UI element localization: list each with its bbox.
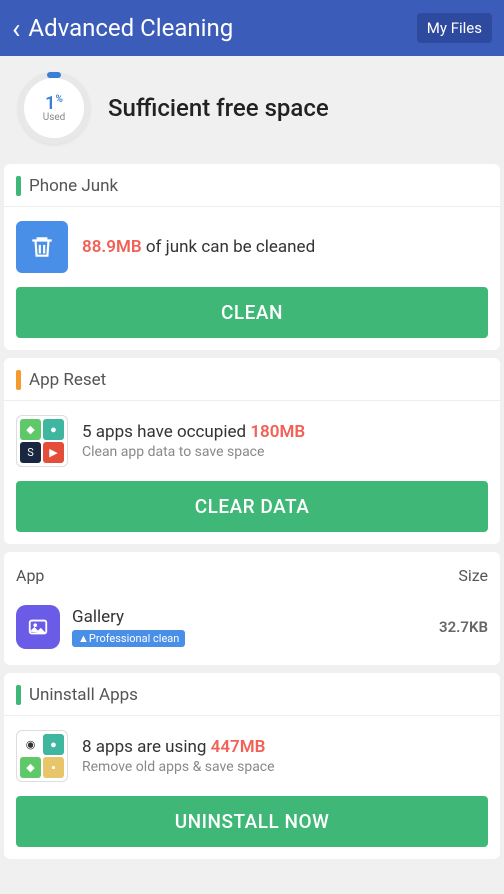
gallery-icon — [16, 605, 60, 649]
phone-junk-text: 88.9MB of junk can be cleaned — [82, 237, 488, 257]
col-app: App — [16, 566, 44, 585]
accent-bar — [16, 685, 21, 705]
my-files-button[interactable]: My Files — [417, 13, 492, 43]
phone-junk-description: 88.9MB of junk can be cleaned — [82, 237, 315, 257]
app-reset-card: App Reset ◆ ● S ▶ 5 apps have occupied 1… — [4, 358, 500, 544]
phone-junk-row: 88.9MB of junk can be cleaned — [16, 221, 488, 273]
app-reset-description: 5 apps have occupied 180MB — [82, 422, 488, 442]
usage-gauge: 1% Used — [18, 72, 90, 144]
app-reset-row: ◆ ● S ▶ 5 apps have occupied 180MB Clean… — [16, 415, 488, 467]
professional-clean-badge: ▲Professional clean — [72, 630, 185, 647]
uninstall-sub: Remove old apps & save space — [82, 759, 488, 775]
uninstall-now-button[interactable]: UNINSTALL NOW — [16, 796, 488, 847]
usage-percent: 1% — [45, 93, 63, 114]
header-left: ‹ Advanced Cleaning — [12, 12, 233, 45]
app-size: 32.7KB — [439, 618, 488, 636]
app-list-card: App Size Gallery ▲Professional clean 32.… — [4, 552, 500, 665]
clean-button[interactable]: CLEAN — [16, 287, 488, 338]
divider — [4, 715, 500, 716]
app-header: ‹ Advanced Cleaning My Files — [0, 0, 504, 56]
uninstall-header: Uninstall Apps — [16, 685, 488, 705]
uninstall-description: 8 apps are using 447MB — [82, 737, 488, 757]
usage-label: Used — [43, 112, 66, 123]
app-reset-sub: Clean app data to save space — [82, 444, 488, 460]
summary-title: Sufficient free space — [108, 94, 329, 122]
page-title: Advanced Cleaning — [28, 14, 233, 42]
app-reset-text: 5 apps have occupied 180MB Clean app dat… — [82, 422, 488, 460]
list-item[interactable]: Gallery ▲Professional clean 32.7KB — [4, 595, 500, 665]
phone-junk-card: Phone Junk 88.9MB of junk can be cleaned… — [4, 164, 500, 350]
uninstall-row: ◉ ● ◆ ▪ 8 apps are using 447MB Remove ol… — [16, 730, 488, 782]
uninstall-title: Uninstall Apps — [29, 685, 138, 705]
divider — [4, 400, 500, 401]
apps-grid-icon: ◉ ● ◆ ▪ — [16, 730, 68, 782]
app-name: Gallery — [72, 607, 427, 627]
apps-grid-icon: ◆ ● S ▶ — [16, 415, 68, 467]
uninstall-text: 8 apps are using 447MB Remove old apps &… — [82, 737, 488, 775]
accent-bar — [16, 176, 21, 196]
storage-summary: 1% Used Sufficient free space — [0, 56, 504, 160]
uninstall-card: Uninstall Apps ◉ ● ◆ ▪ 8 apps are using … — [4, 673, 500, 859]
clear-data-button[interactable]: CLEAR DATA — [16, 481, 488, 532]
col-size: Size — [458, 566, 488, 585]
divider — [4, 206, 500, 207]
accent-bar — [16, 370, 21, 390]
app-info: Gallery ▲Professional clean — [72, 607, 427, 647]
app-list-header: App Size — [4, 552, 500, 595]
phone-junk-header: Phone Junk — [16, 176, 488, 196]
trash-icon — [16, 221, 68, 273]
phone-junk-title: Phone Junk — [29, 176, 118, 196]
app-reset-title: App Reset — [29, 370, 106, 390]
back-icon[interactable]: ‹ — [12, 12, 20, 45]
app-reset-header: App Reset — [16, 370, 488, 390]
